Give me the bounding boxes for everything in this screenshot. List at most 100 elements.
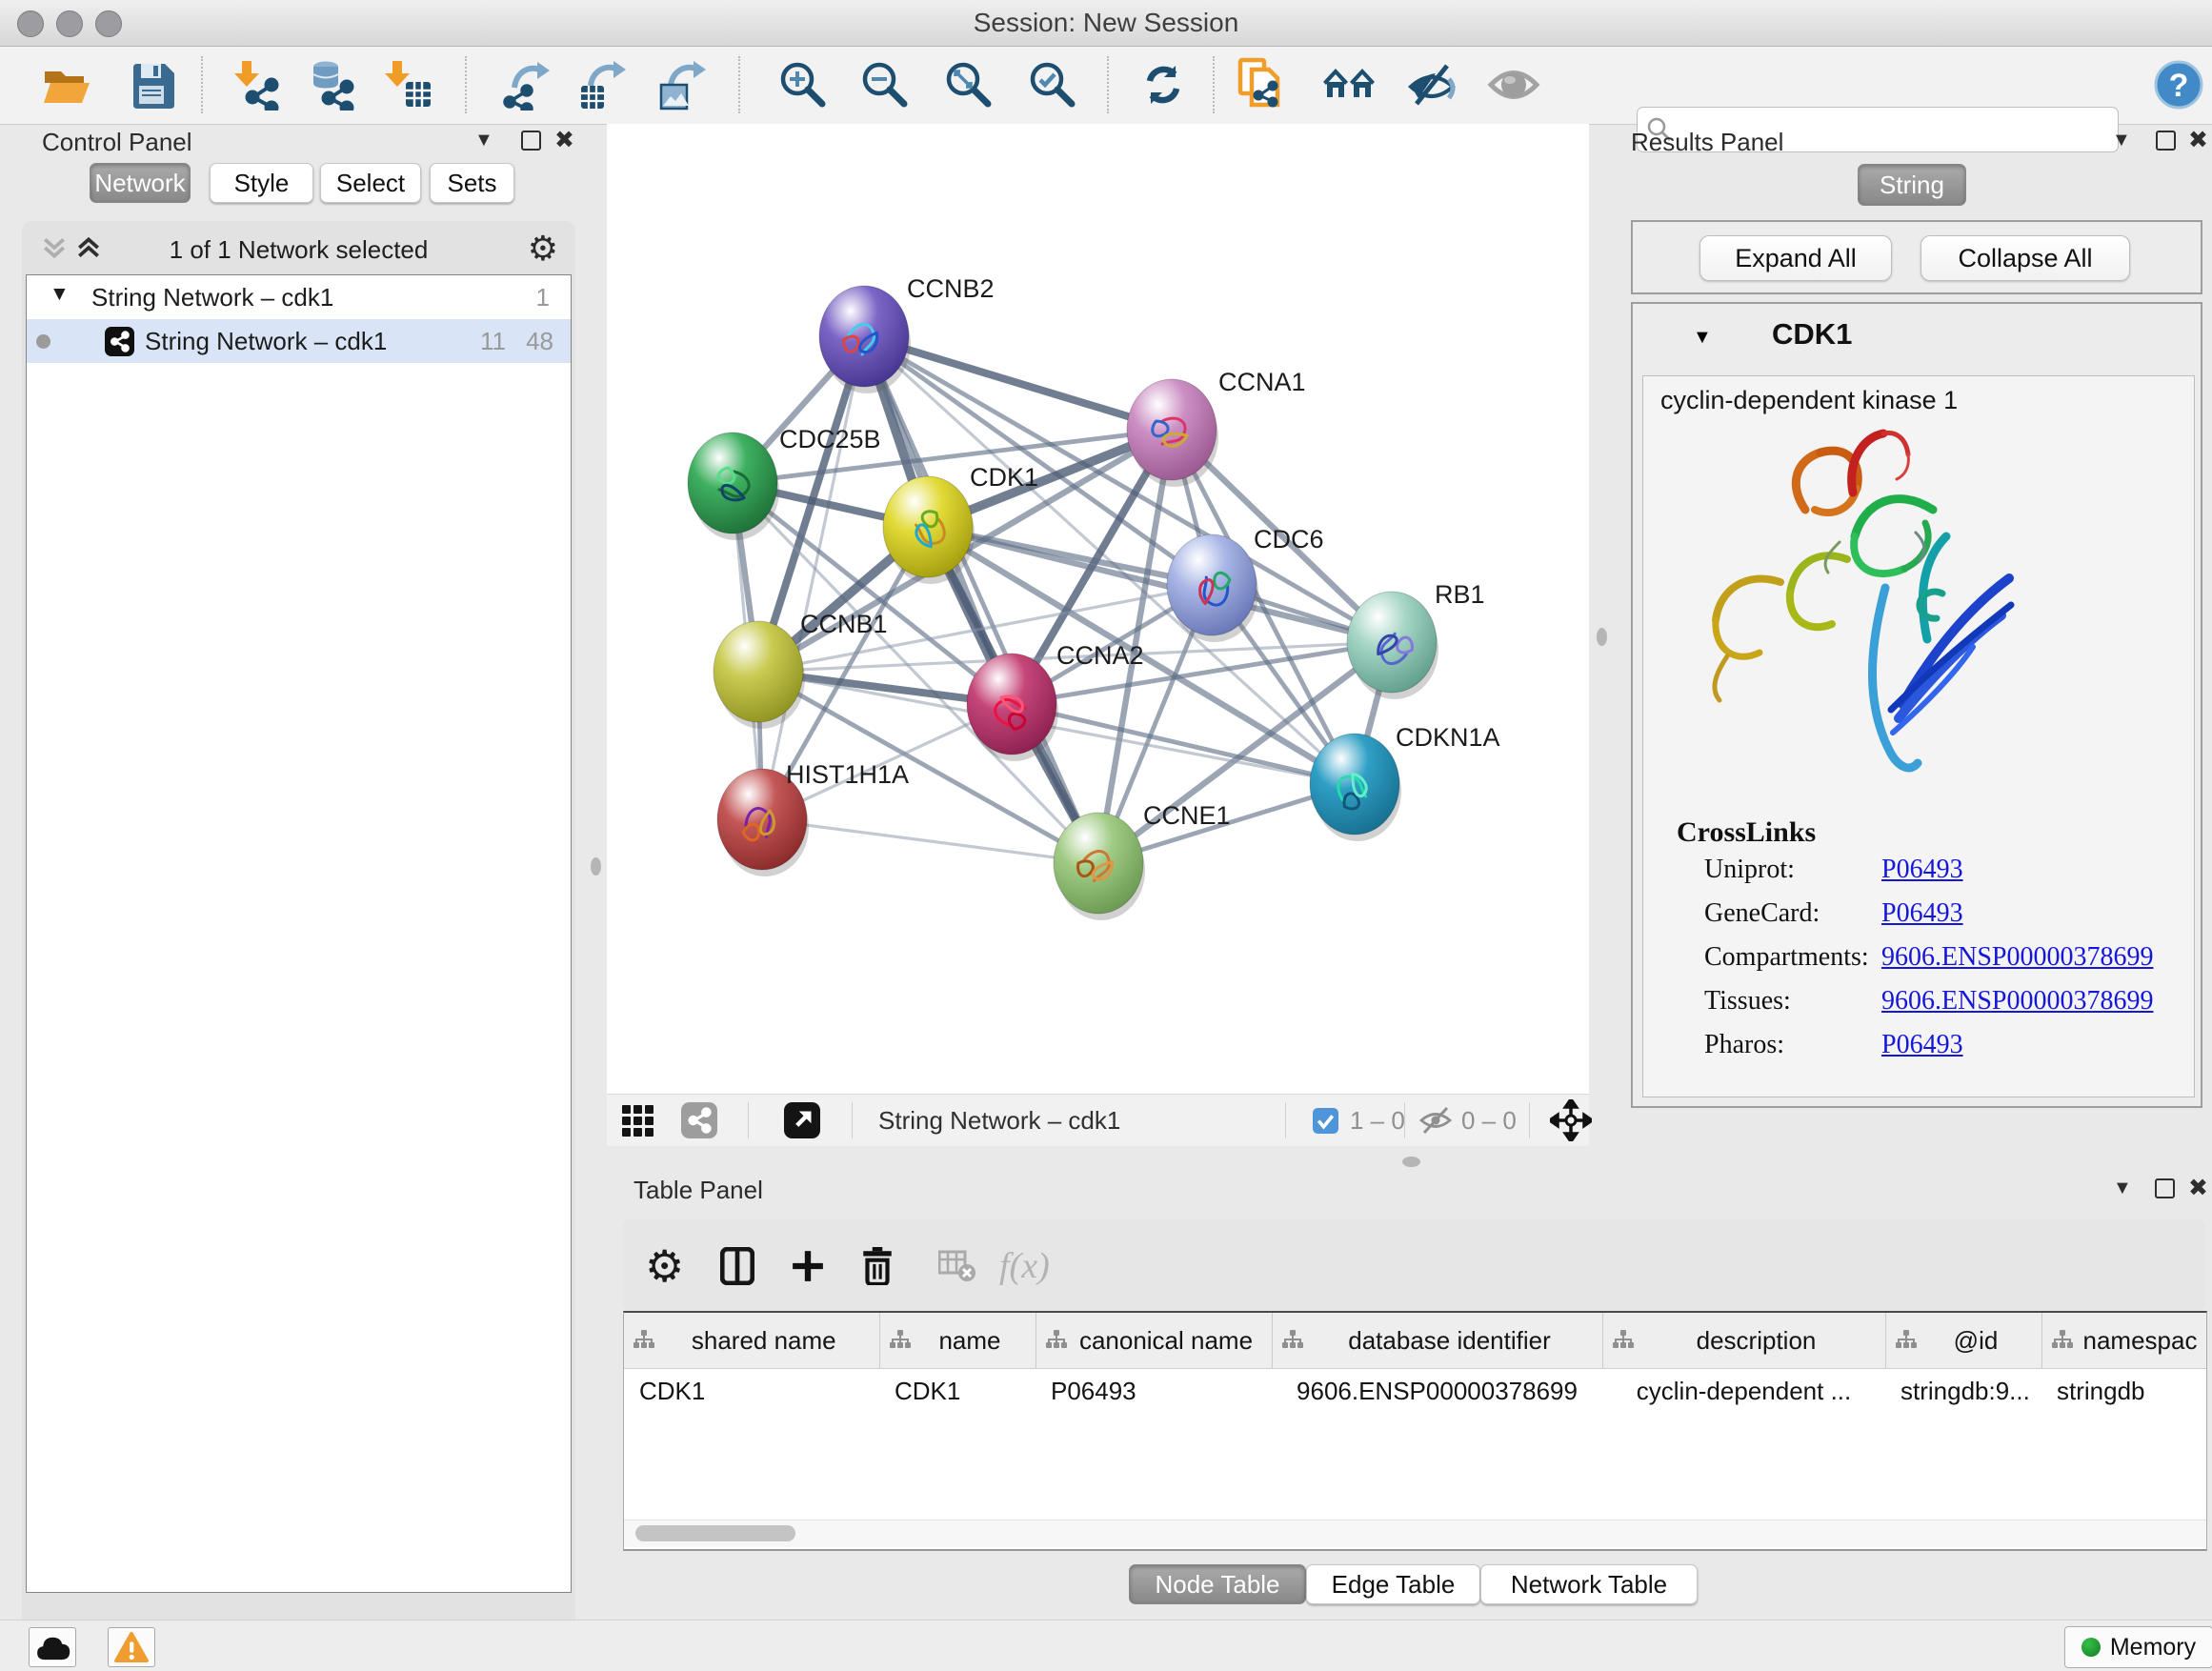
- right-splitter-handle[interactable]: [1597, 628, 1607, 646]
- zoom-in-icon[interactable]: [775, 57, 831, 112]
- export-network-icon[interactable]: [499, 57, 554, 112]
- table-row[interactable]: CDK1CDK1P064939606.ENSP00000378699cyclin…: [624, 1369, 2207, 1414]
- network-share-icon[interactable]: [681, 1102, 717, 1143]
- crosslink-link[interactable]: 9606.ENSP00000378699: [1881, 942, 2153, 972]
- expand-all-button[interactable]: Expand All: [1699, 235, 1892, 281]
- gene-section: ▼ CDK1 cyclin-dependent kinase 1: [1631, 302, 2202, 1108]
- selected-checkbox-icon[interactable]: [1313, 1108, 1338, 1138]
- tree-expand-icon[interactable]: ▼: [50, 283, 70, 306]
- tab-network-table[interactable]: Network Table: [1480, 1564, 1698, 1604]
- table-horizontal-scrollbar[interactable]: [624, 1520, 2206, 1547]
- zoom-selected-icon[interactable]: [1025, 57, 1080, 112]
- first-neighbors-icon[interactable]: [1321, 57, 1377, 112]
- network-node-label: RB1: [1435, 580, 1485, 609]
- column-header-name[interactable]: name: [879, 1313, 1036, 1369]
- add-column-icon[interactable]: [791, 1219, 825, 1312]
- clone-network-icon[interactable]: [1236, 57, 1291, 112]
- results-panel-collapse-icon[interactable]: ▼: [2112, 130, 2131, 151]
- control-panel-tabs: Network StyleSelectSets: [13, 163, 585, 203]
- control-panel-close-icon[interactable]: ✖: [554, 126, 574, 154]
- memory-button[interactable]: Memory: [2064, 1626, 2212, 1668]
- collapse-all-button[interactable]: Collapse All: [1920, 235, 2130, 281]
- network-edge[interactable]: [762, 819, 1098, 863]
- tab-network[interactable]: Network: [90, 163, 191, 203]
- network-list-options-gear-icon[interactable]: ⚙: [528, 229, 558, 269]
- network-type-icon: [105, 327, 134, 363]
- help-icon[interactable]: ?: [2151, 57, 2206, 112]
- gene-collapse-icon[interactable]: ▼: [1693, 327, 1712, 349]
- left-splitter-handle[interactable]: [591, 857, 601, 876]
- pan-crosshair-icon[interactable]: [1550, 1099, 1592, 1146]
- column-header-description[interactable]: description: [1602, 1313, 1885, 1369]
- network-node-CDKN1A[interactable]: [1310, 734, 1399, 835]
- results-panel-close-icon[interactable]: ✖: [2188, 126, 2208, 154]
- grid-view-icon[interactable]: [619, 1102, 655, 1143]
- crosslink-label: Compartments:: [1704, 942, 1881, 973]
- crosslinks-list: Uniprot:P06493GeneCard:P06493Compartment…: [1704, 855, 2181, 1074]
- network-node-CCNB2[interactable]: [819, 286, 909, 387]
- node-table: shared namenamecanonical namedatabase id…: [623, 1311, 2207, 1551]
- crosslink-row: GeneCard:P06493: [1704, 898, 2181, 942]
- show-columns-icon[interactable]: [720, 1219, 754, 1312]
- tab-string[interactable]: String: [1858, 164, 1966, 206]
- crosslink-link[interactable]: P06493: [1881, 1030, 1963, 1059]
- import-network-file-icon[interactable]: [231, 57, 286, 112]
- network-canvas[interactable]: CCNB2CCNA1CDC25BCDK1CDC6RB1CCNB1CCNA2CDK…: [607, 124, 1589, 1094]
- crosslink-label: Pharos:: [1704, 1030, 1881, 1060]
- network-node-CCNB1[interactable]: [714, 621, 803, 722]
- export-table-icon[interactable]: [575, 57, 631, 112]
- crosslink-link[interactable]: P06493: [1881, 898, 1963, 928]
- tab-style[interactable]: Style: [210, 163, 313, 203]
- results-panel-float-icon[interactable]: [2156, 131, 2176, 151]
- table-cell: CDK1: [624, 1369, 879, 1414]
- table-panel-float-icon[interactable]: [2155, 1178, 2175, 1198]
- network-collection-row[interactable]: ▼ String Network – cdk1 1: [27, 275, 571, 319]
- import-network-database-icon[interactable]: [305, 57, 360, 112]
- refresh-icon[interactable]: [1136, 57, 1191, 112]
- tab-sets[interactable]: Sets: [430, 163, 514, 203]
- hidden-eye-slash-icon: [1418, 1106, 1453, 1139]
- bottom-splitter-handle[interactable]: [1402, 1157, 1420, 1167]
- delete-column-trash-icon[interactable]: [861, 1219, 894, 1312]
- tab-edge-table[interactable]: Edge Table: [1306, 1564, 1480, 1604]
- open-session-icon[interactable]: [38, 57, 93, 112]
- tab-node-table[interactable]: Node Table: [1129, 1564, 1306, 1604]
- tab-select[interactable]: Select: [320, 163, 421, 203]
- column-header-database-identifier[interactable]: database identifier: [1272, 1313, 1602, 1369]
- scrollbar-thumb[interactable]: [635, 1525, 795, 1541]
- network-node-CCNA2[interactable]: [967, 654, 1056, 755]
- warning-button[interactable]: [108, 1627, 155, 1667]
- zoom-out-icon[interactable]: [857, 57, 913, 112]
- column-header-shared-name[interactable]: shared name: [624, 1313, 879, 1369]
- hide-selected-icon[interactable]: [1404, 57, 1459, 112]
- zoom-fit-icon[interactable]: [941, 57, 996, 112]
- crosslink-link[interactable]: 9606.ENSP00000378699: [1881, 986, 2153, 1016]
- table-panel-close-icon[interactable]: ✖: [2188, 1174, 2208, 1202]
- network-row-selected[interactable]: String Network – cdk1 11 48: [27, 319, 571, 363]
- column-header-@id[interactable]: @id: [1885, 1313, 2041, 1369]
- show-all-icon[interactable]: [1486, 57, 1541, 112]
- results-panel: Results Panel ▼ ✖ String Expand All Coll…: [1610, 124, 2212, 1172]
- network-node-CCNE1[interactable]: [1054, 813, 1143, 914]
- save-session-icon[interactable]: [125, 57, 180, 112]
- table-options-gear-icon[interactable]: ⚙: [645, 1219, 684, 1312]
- birds-eye-view-icon[interactable]: [784, 1102, 820, 1143]
- column-header-canonical-name[interactable]: canonical name: [1036, 1313, 1272, 1369]
- control-panel-float-icon[interactable]: [521, 131, 541, 151]
- control-panel-collapse-icon[interactable]: ▼: [474, 130, 493, 151]
- network-node-RB1[interactable]: [1347, 592, 1437, 693]
- network-node-CCNA1[interactable]: [1127, 379, 1217, 480]
- table-toolbar: ⚙ f(x): [623, 1219, 2205, 1312]
- window-title: Session: New Session: [0, 8, 2212, 38]
- network-canvas-svg: CCNB2CCNA1CDC25BCDK1CDC6RB1CCNB1CCNA2CDK…: [607, 124, 1589, 1094]
- table-panel-collapse-icon[interactable]: ▼: [2113, 1178, 2132, 1199]
- table-cell: stringdb:9...: [1885, 1369, 2041, 1414]
- cloud-button[interactable]: [29, 1627, 76, 1667]
- export-image-icon[interactable]: [655, 57, 711, 112]
- column-header-namespac[interactable]: namespac: [2041, 1313, 2207, 1369]
- table-cell: P06493: [1036, 1369, 1272, 1414]
- crosslink-label: Uniprot:: [1704, 855, 1881, 885]
- network-collection-label: String Network – cdk1: [91, 283, 333, 312]
- import-table-icon[interactable]: [381, 57, 436, 112]
- crosslink-link[interactable]: P06493: [1881, 855, 1963, 884]
